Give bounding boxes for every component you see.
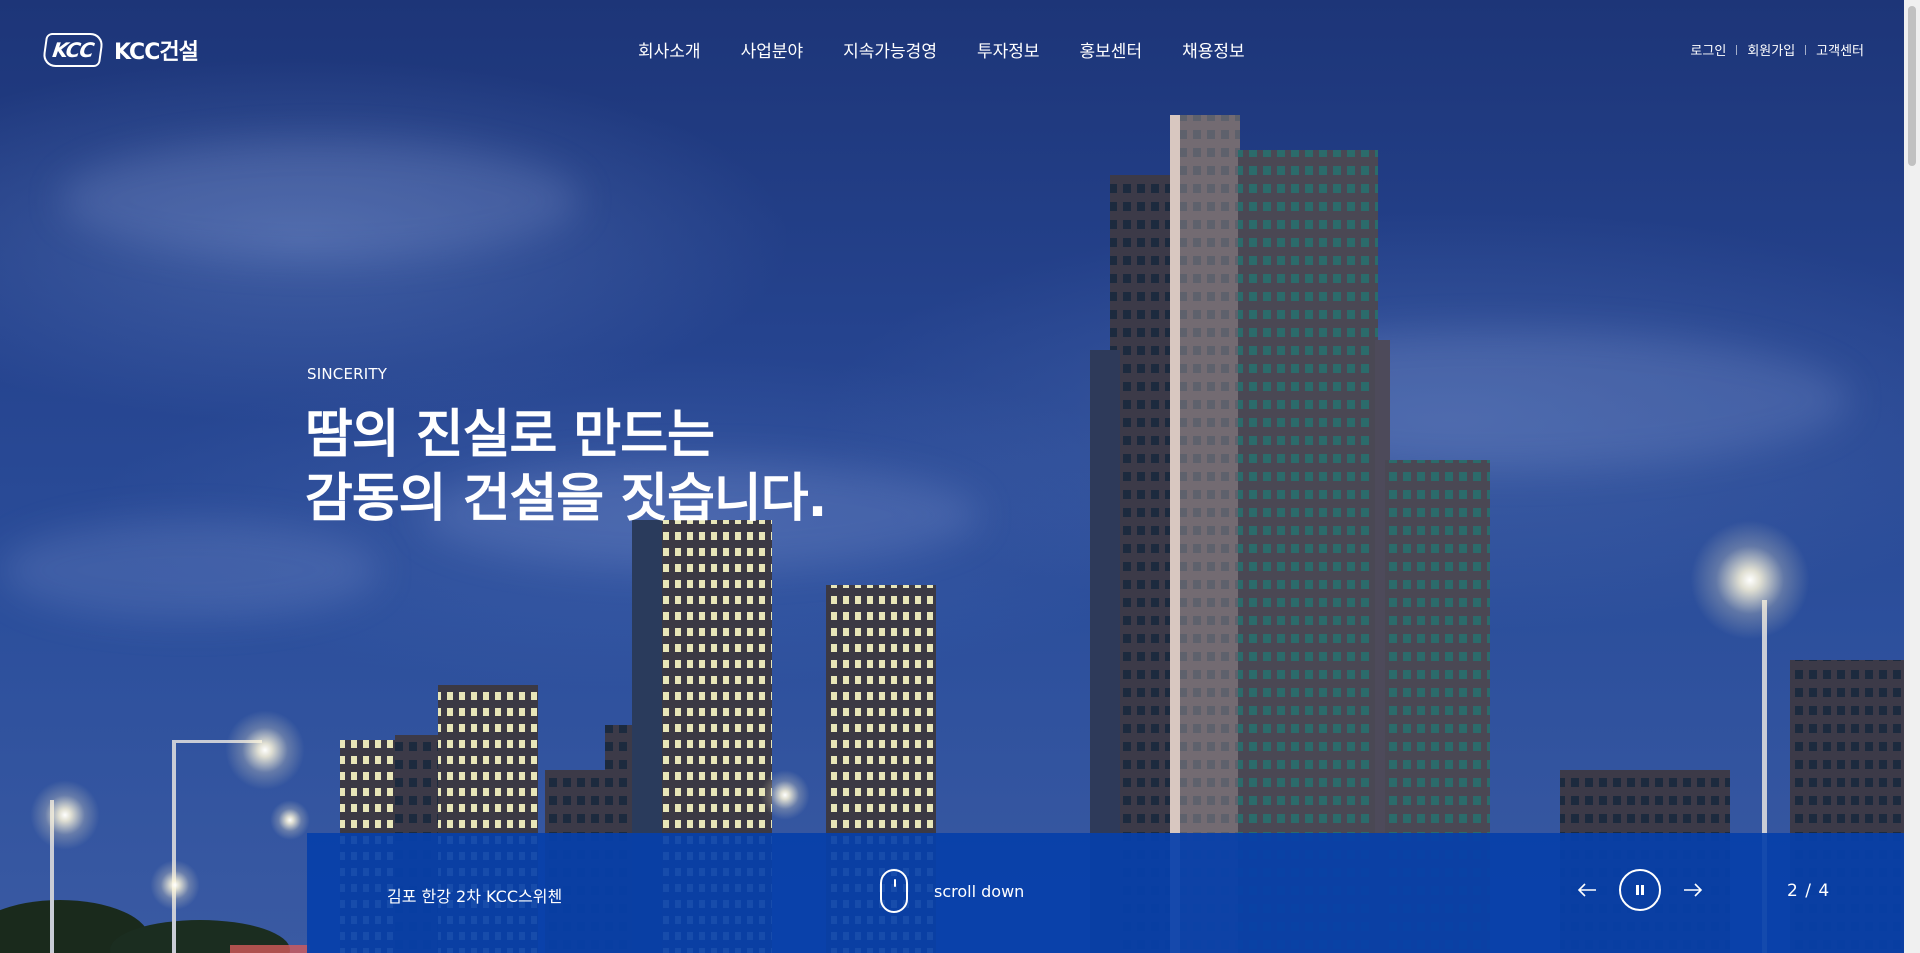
nav-item-business[interactable]: 사업분야: [741, 37, 804, 62]
scrollbar-thumb[interactable]: [1908, 6, 1916, 166]
main-navigation: 회사소개 사업분야 지속가능경영 투자정보 홍보센터 채용정보: [638, 37, 1245, 62]
customer-center-link[interactable]: 고객센터: [1816, 40, 1864, 59]
hero-eyebrow: SINCERITY: [307, 365, 388, 383]
street-light-glow: [150, 860, 200, 910]
hero-headline: 땀의 진실로 만드는 감동의 건설을 짓습니다.: [305, 403, 827, 531]
divider: [1805, 44, 1807, 55]
hero-background: [0, 0, 1904, 953]
pause-slide-button[interactable]: [1619, 869, 1661, 911]
arrow-left-icon: [1577, 883, 1596, 897]
slide-controls: [1577, 869, 1703, 911]
slide-info-bar: 김포 한강 2차 KCC스위첸 scroll down 2 / 4: [307, 833, 1904, 953]
site-header: KCC KCC건설 회사소개 사업분야 지속가능경영 투자정보 홍보센터 채용정…: [0, 0, 1904, 100]
slide-caption: 김포 한강 2차 KCC스위첸: [387, 887, 563, 906]
arrow-right-icon: [1684, 883, 1703, 897]
signup-link[interactable]: 회원가입: [1747, 40, 1795, 59]
nav-item-investor[interactable]: 투자정보: [977, 37, 1040, 62]
nav-item-company[interactable]: 회사소개: [638, 37, 701, 62]
scroll-down-indicator[interactable]: scroll down: [880, 869, 1024, 913]
hero-headline-line-1: 땀의 진실로 만드는: [305, 405, 715, 465]
pause-icon: [1636, 885, 1644, 895]
next-slide-button[interactable]: [1683, 882, 1703, 898]
nav-item-careers[interactable]: 채용정보: [1182, 37, 1245, 62]
street-light-glow: [1690, 520, 1810, 640]
street-light-glow: [225, 710, 305, 790]
street-light-glow: [270, 800, 310, 840]
kcc-logo-mark: KCC: [41, 33, 105, 67]
street-light-pole: [172, 740, 176, 953]
scroll-down-label: scroll down: [934, 881, 1025, 901]
prev-slide-button[interactable]: [1577, 882, 1597, 898]
nav-item-sustainability[interactable]: 지속가능경영: [843, 37, 937, 62]
mouse-icon: [880, 869, 908, 913]
street-light-glow: [30, 780, 100, 850]
logo-link[interactable]: KCC KCC건설: [41, 33, 199, 67]
slide-counter: 2 / 4: [1787, 881, 1831, 901]
nav-item-pr-center[interactable]: 홍보센터: [1080, 37, 1143, 62]
page-scrollbar[interactable]: [1904, 0, 1920, 953]
hero-headline-line-2: 감동의 건설을 짓습니다.: [305, 469, 827, 529]
divider: [1736, 44, 1738, 55]
kcc-logo-text: KCC건설: [114, 40, 199, 65]
login-link[interactable]: 로그인: [1690, 40, 1726, 59]
utility-links: 로그인 회원가입 고객센터: [1690, 40, 1864, 59]
street-light-glow: [760, 770, 810, 820]
